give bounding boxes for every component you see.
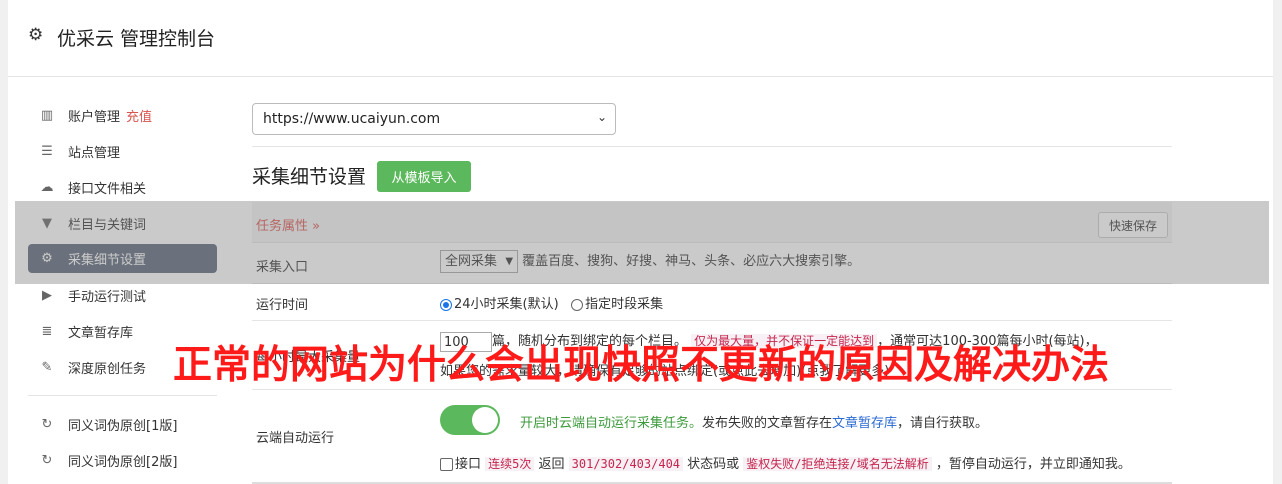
- radio-24h-label[interactable]: 24小时采集(默认): [454, 297, 559, 312]
- sidebar-item-manual-run[interactable]: ▶ 手动运行测试: [28, 281, 217, 309]
- runtime-label: 运行时间: [256, 298, 309, 313]
- cloud-text-3: ，请自行获取。: [897, 416, 989, 431]
- refresh-icon: ↻: [41, 452, 53, 468]
- sidebar-item-collect-settings[interactable]: ⚙ 采集细节设置: [28, 244, 217, 273]
- radio-24h[interactable]: [440, 298, 452, 311]
- edit-icon: ✎: [41, 359, 53, 375]
- chevron-down-icon: ▼: [505, 256, 514, 267]
- gear-icon: ⚙: [28, 25, 44, 45]
- refresh-icon: ↻: [41, 416, 53, 432]
- volume-line-2: 如果您的需求量较大，请确保有足够的站点绑定(或点此去增加)(点我了解更多): [440, 360, 889, 379]
- cloud-row: 云端自动运行 开启时云端自动运行采集任务。发布失败的文章暂存在文章暂存库，请自行…: [252, 390, 1172, 484]
- entry-select-value: 全网采集: [445, 254, 498, 269]
- cogs-icon: ⚙: [41, 251, 53, 266]
- sidebar-item-account[interactable]: ▥ 账户管理 充值: [28, 101, 217, 129]
- bar-chart-icon: ▥: [40, 107, 54, 123]
- app-header: ⚙ 优采云 管理控制台: [8, 0, 1273, 77]
- task-attributes-toggle[interactable]: 任务属性 »: [256, 215, 320, 234]
- code-consecutive: 连续5次: [485, 457, 535, 471]
- sidebar-item-sites[interactable]: ☰ 站点管理: [28, 137, 217, 165]
- sidebar-item-label: 同义词伪原创[1版]: [68, 418, 178, 434]
- toggle-knob: [472, 407, 498, 433]
- section-divider: [252, 146, 1172, 147]
- volume-text-2: ，通常可达100-300篇每小时(每站)，: [877, 334, 1098, 349]
- entry-row: 采集入口 全网采集 ▼ 覆盖百度、搜狗、好搜、神马、头条、必应六大搜索引擎。: [252, 243, 1172, 284]
- sidebar-item-label: 站点管理: [68, 145, 121, 161]
- sidebar-item-label: 文章暂存库: [68, 325, 134, 341]
- sidebar-item-label: 手动运行测试: [68, 289, 147, 305]
- code-auth: 鉴权失败/拒绝连接/域名无法解析: [743, 457, 932, 471]
- volume-text-3: 如果您的需求量较大，请确保有足够的站点绑定(或点此去增加)(点我了解更多): [440, 364, 890, 379]
- code-status: 301/302/403/404: [568, 457, 684, 471]
- chk-text-4: ，暂停自动运行，并立即通知我。: [931, 457, 1131, 472]
- chk-text-2: 返回: [534, 457, 569, 472]
- import-template-button[interactable]: 从模板导入: [377, 161, 471, 192]
- page-title: 优采云 管理控制台: [57, 28, 216, 50]
- sidebar-item-label: 采集细节设置: [68, 253, 147, 268]
- site-select[interactable]: https://www.ucaiyun.com ⌄: [252, 103, 616, 135]
- sidebar-divider: [28, 395, 217, 396]
- volume-label: 每小时最大采集量: [256, 350, 361, 365]
- recharge-link[interactable]: 充值: [126, 106, 152, 125]
- site-select-value: https://www.ucaiyun.com: [263, 111, 441, 127]
- cloud-label: 云端自动运行: [256, 431, 335, 446]
- sidebar-item-synonym-v2[interactable]: ↻ 同义词伪原创[2版]: [28, 446, 217, 474]
- sidebar-item-interface-files[interactable]: ☁ 接口文件相关: [28, 173, 217, 201]
- volume-text-1: 篇，随机分布到绑定的每个栏目。: [492, 334, 688, 349]
- entry-controls: 全网采集 ▼ 覆盖百度、搜狗、好搜、神马、头条、必应六大搜索引擎。: [440, 250, 860, 273]
- sidebar-item-label: 同义词伪原创[2版]: [68, 454, 178, 470]
- volume-row: 每小时最大采集量 100 篇，随机分布到绑定的每个栏目。 仅为最大量，并不保证一定…: [252, 321, 1172, 390]
- runtime-options: 24小时采集(默认) 指定时段采集: [440, 293, 663, 312]
- cloud-upload-icon: ☁: [40, 179, 54, 195]
- radio-scheduled-label[interactable]: 指定时段采集: [585, 297, 663, 312]
- cloud-text-2: 发布失败的文章暂存在: [702, 416, 833, 431]
- cloud-line-2: 接口 连续5次 返回 301/302/403/404 状态码或 鉴权失败/拒绝连…: [440, 453, 1131, 472]
- sidebar-item-synonym-v1[interactable]: ↻ 同义词伪原创[1版]: [28, 410, 217, 438]
- pause-on-error-checkbox[interactable]: [440, 458, 453, 471]
- quick-save-button[interactable]: 快速保存: [1098, 212, 1168, 238]
- cloud-toggle-text: 开启时云端自动运行采集任务。: [520, 416, 703, 431]
- entry-label: 采集入口: [256, 260, 309, 275]
- server-icon: ☰: [41, 143, 53, 159]
- cloud-auto-run-toggle[interactable]: [440, 405, 500, 435]
- volume-line-1: 100 篇，随机分布到绑定的每个栏目。 仅为最大量，并不保证一定能达到 ，通常可达1…: [440, 330, 1098, 352]
- sidebar-item-label: 深度原创任务: [68, 361, 147, 377]
- entry-description: 覆盖百度、搜狗、好搜、神马、头条、必应六大搜索引擎。: [522, 254, 861, 269]
- entry-select[interactable]: 全网采集 ▼: [440, 250, 519, 273]
- sidebar-item-article-storage[interactable]: ≣ 文章暂存库: [28, 317, 217, 345]
- chevron-down-icon: ⌄: [596, 110, 607, 124]
- volume-highlight: 仅为最大量，并不保证一定能达到: [691, 334, 878, 348]
- chk-text-1: 接口: [455, 457, 482, 472]
- volume-input[interactable]: 100: [440, 331, 492, 352]
- section-title: 采集细节设置: [252, 166, 367, 188]
- filter-icon: ▼: [42, 215, 52, 231]
- article-storage-link[interactable]: 文章暂存库: [832, 416, 897, 431]
- play-circle-icon: ▶: [42, 287, 52, 303]
- chk-text-3: 状态码或: [683, 457, 744, 472]
- sidebar-item-label: 栏目与关键词: [68, 217, 147, 233]
- runtime-row: 运行时间 24小时采集(默认) 指定时段采集: [252, 284, 1172, 321]
- sidebar-item-columns-keywords[interactable]: ▼ 栏目与关键词: [28, 209, 217, 237]
- sidebar-item-deep-original[interactable]: ✎ 深度原创任务: [28, 353, 217, 381]
- task-header-row: 任务属性 » 快速保存: [252, 202, 1172, 243]
- sidebar-item-label: 账户管理: [68, 109, 121, 125]
- database-icon: ≣: [41, 323, 53, 339]
- cloud-line-1: 开启时云端自动运行采集任务。发布失败的文章暂存在文章暂存库，请自行获取。: [520, 412, 988, 431]
- sidebar-item-label: 接口文件相关: [68, 181, 147, 197]
- radio-scheduled[interactable]: [571, 298, 584, 311]
